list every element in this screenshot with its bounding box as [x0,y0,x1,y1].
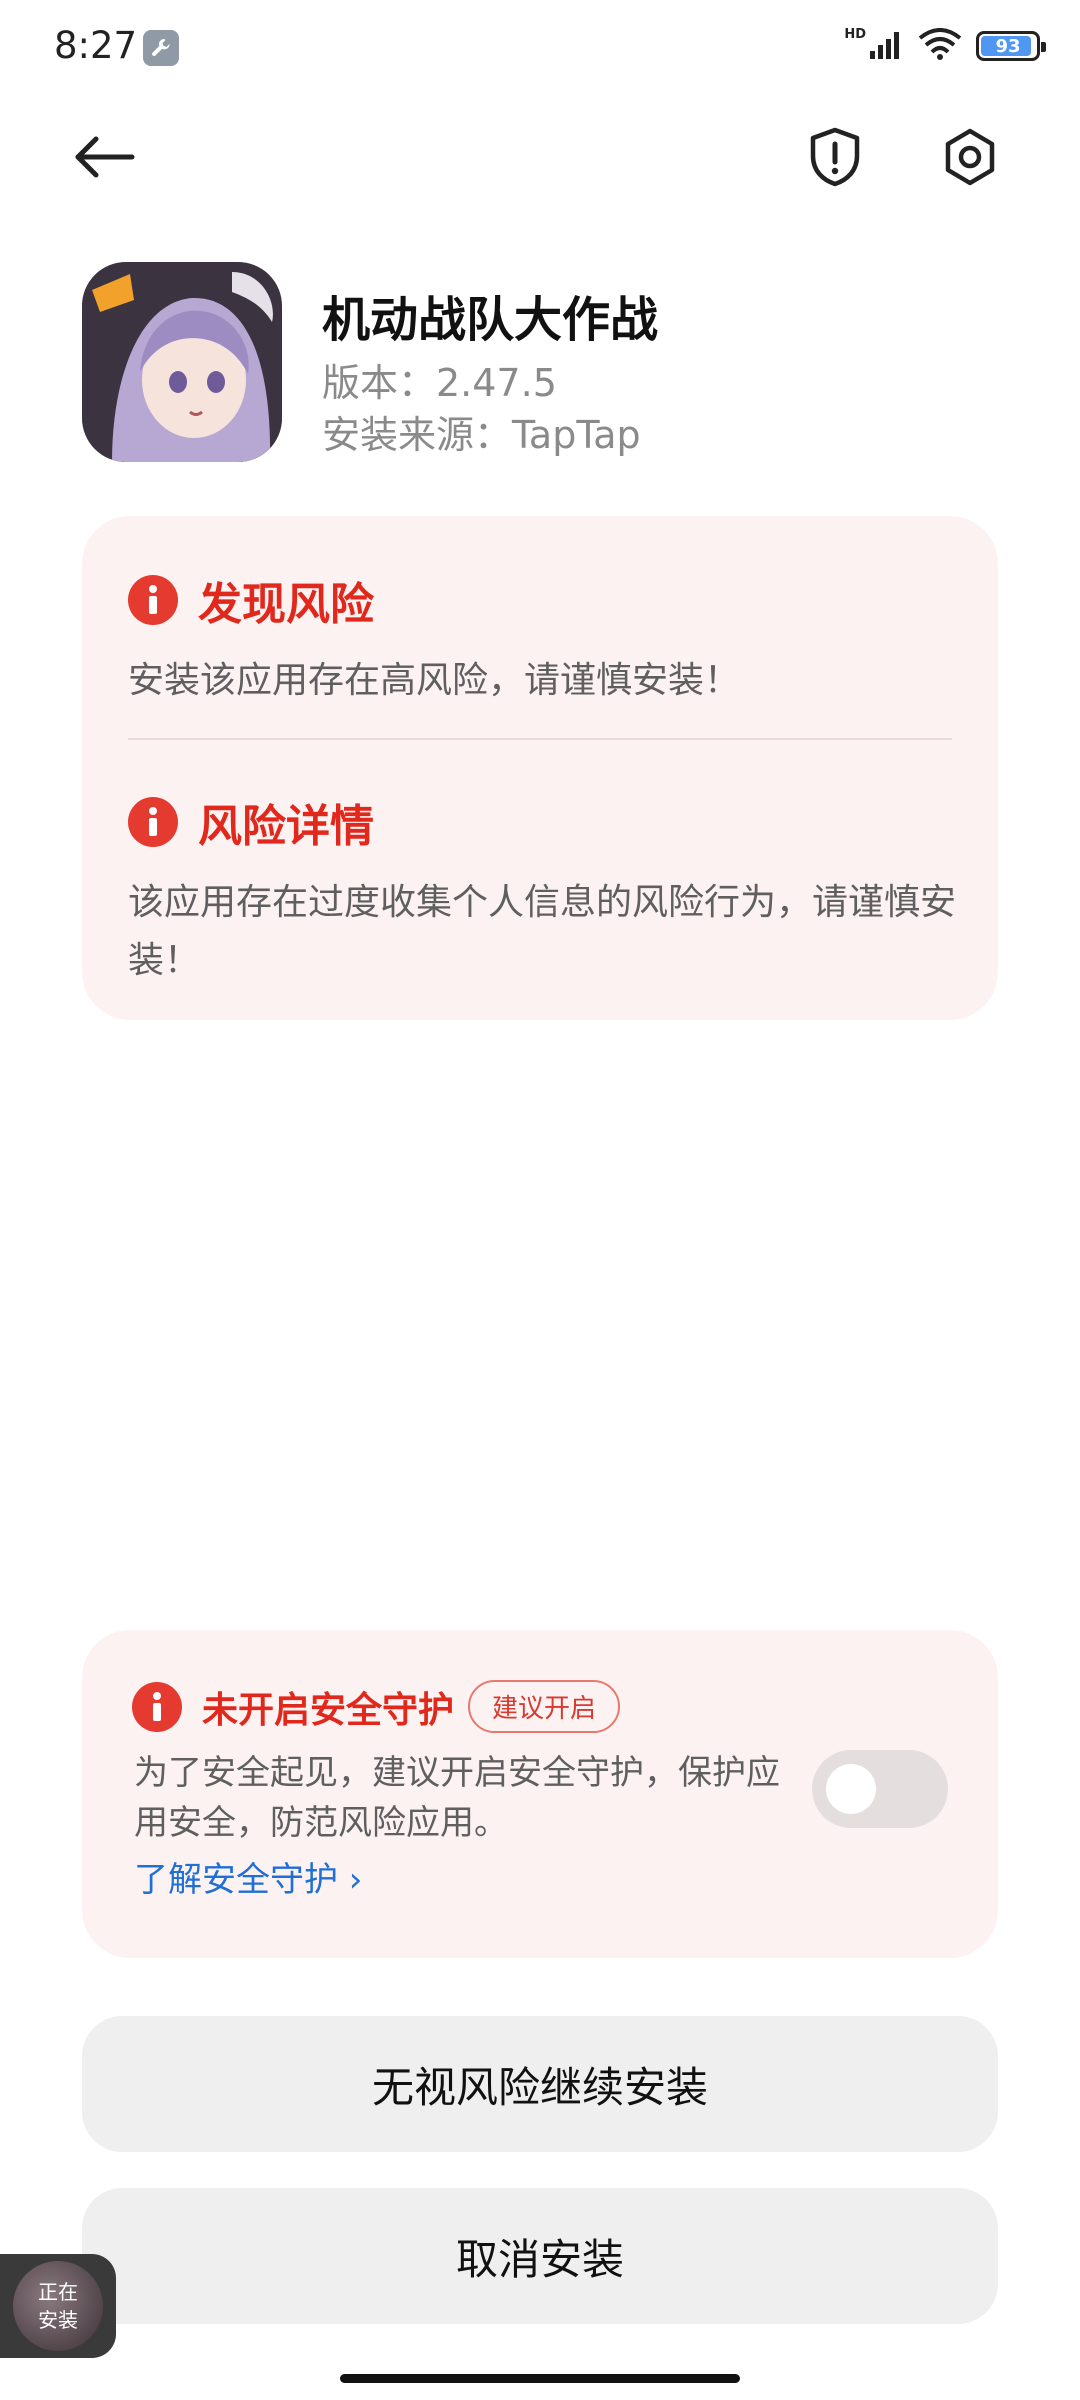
risk-card: 发现风险 安装该应用存在高风险，请谨慎安装！ 风险详情 该应用存在过度收集个人信… [82,516,998,1020]
info-icon [132,1681,182,1732]
risk-found-desc: 安装该应用存在高风险，请谨慎安装！ [128,660,741,701]
status-time: 8:27 [54,24,138,67]
info-icon [128,575,178,625]
learn-protection-link[interactable]: 了解安全守护 › [134,1852,362,1901]
shield-alert-icon [810,127,860,187]
risk-detail-section: 风险详情 该应用存在过度收集个人信息的风险行为，请谨慎安装！ [128,790,964,990]
security-protection-card: 未开启安全守护 建议开启 为了安全起见，建议开启安全守护，保护应用安全，防范风险… [82,1630,998,1958]
protection-toggle[interactable] [812,1750,948,1828]
info-icon [128,797,178,847]
signal-icon [870,29,904,63]
suggest-enable-badge: 建议开启 [468,1680,621,1733]
toggle-knob [826,1764,876,1814]
risk-detail-heading: 风险详情 [128,790,964,854]
divider [128,738,952,740]
battery-level: 93 [995,35,1021,57]
installing-label-line1: 正在 [38,2280,78,2304]
installing-label-line2: 安装 [38,2308,78,2332]
battery-icon: 93 [976,31,1046,61]
app-source: 安装来源：TapTap [322,413,641,457]
gear-icon [945,128,995,186]
protection-desc: 为了安全起见，建议开启安全守护，保护应用安全，防范风险应用。 [134,1753,780,1843]
home-indicator[interactable] [340,2374,740,2383]
risk-detail-desc: 该应用存在过度收集个人信息的风险行为，请谨慎安装！ [128,882,957,981]
cancel-install-button[interactable]: 取消安装 [82,2188,998,2324]
status-indicators: HD 93 [844,26,1046,64]
installing-floating-bubble[interactable]: 正在 安装 [0,2254,116,2358]
battery-tip [1041,42,1046,52]
app-version: 版本：2.47.5 [322,361,557,405]
hd-label: HD [844,26,866,42]
risk-found-section: 发现风险 安装该应用存在高风险，请谨慎安装！ [128,568,964,710]
status-bar: 8:27 HD 93 [0,0,1080,100]
back-button[interactable] [72,122,152,192]
risk-found-heading: 发现风险 [128,568,964,632]
wrench-icon [143,30,179,66]
wifi-icon [918,28,962,64]
risk-detail-title: 风险详情 [198,801,374,852]
risk-found-title: 发现风险 [198,579,374,630]
protection-title: 未开启安全守护 [202,1689,455,1731]
protection-heading: 未开启安全守护 建议开启 [132,1680,621,1733]
installing-app-thumbnail: 正在 安装 [13,2261,103,2351]
back-arrow-icon [75,136,135,178]
continue-install-button[interactable]: 无视风险继续安装 [82,2016,998,2152]
app-name: 机动战队大作战 [322,292,659,348]
app-icon [82,262,282,462]
settings-button[interactable] [935,122,1005,192]
security-shield-button[interactable] [800,122,870,192]
